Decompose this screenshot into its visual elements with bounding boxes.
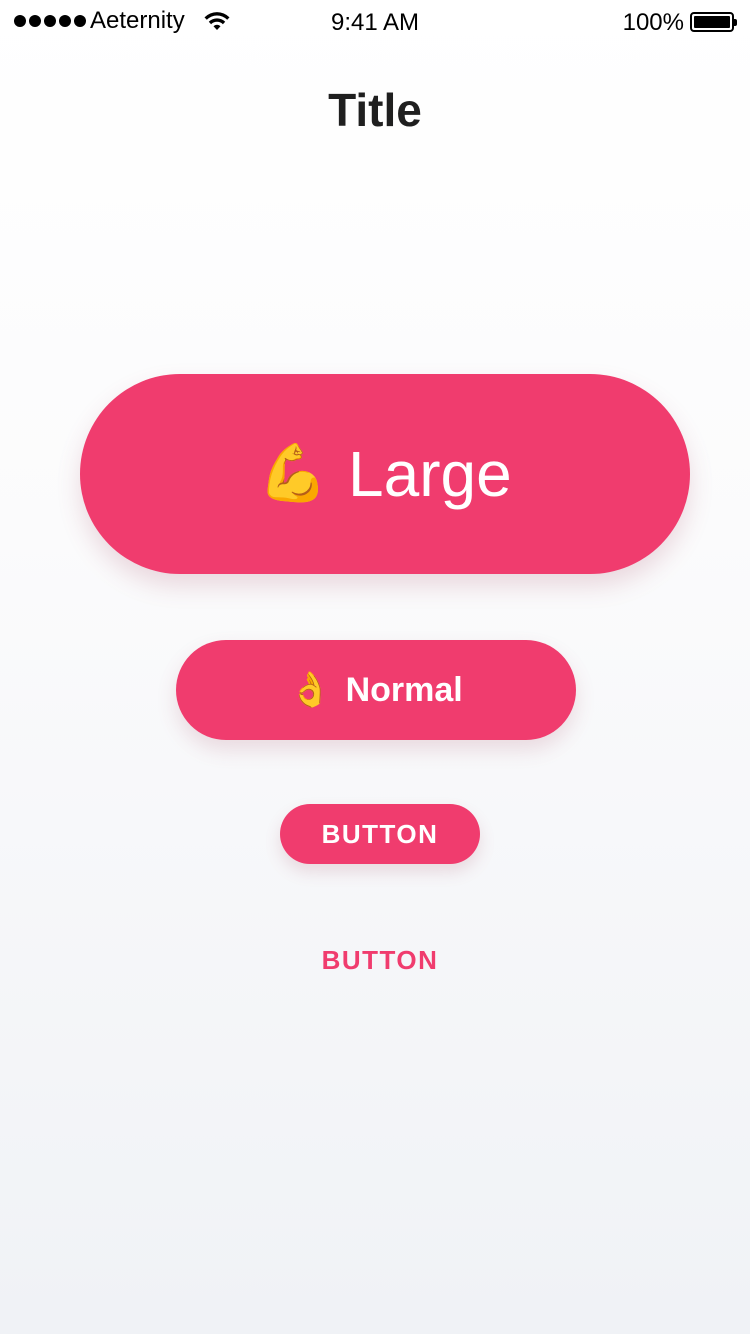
normal-button-label: Normal <box>345 670 463 709</box>
page-title: Title <box>328 84 422 136</box>
battery-level <box>694 16 730 28</box>
battery-icon <box>690 12 737 32</box>
small-button[interactable]: BUTTON <box>280 804 480 864</box>
normal-button[interactable]: 👌 Normal <box>176 640 576 740</box>
flexed-biceps-icon: 💪 <box>258 441 329 506</box>
status-bar: Aeternity 9:41 AM 100% <box>0 0 750 44</box>
large-button[interactable]: 💪 Large <box>80 374 690 574</box>
ok-hand-icon: 👌 <box>289 670 332 710</box>
small-button-label: BUTTON <box>321 818 439 849</box>
battery-percent: 100% <box>622 9 684 36</box>
text-button[interactable]: BUTTON <box>280 934 480 986</box>
large-button-label: Large <box>348 438 512 510</box>
